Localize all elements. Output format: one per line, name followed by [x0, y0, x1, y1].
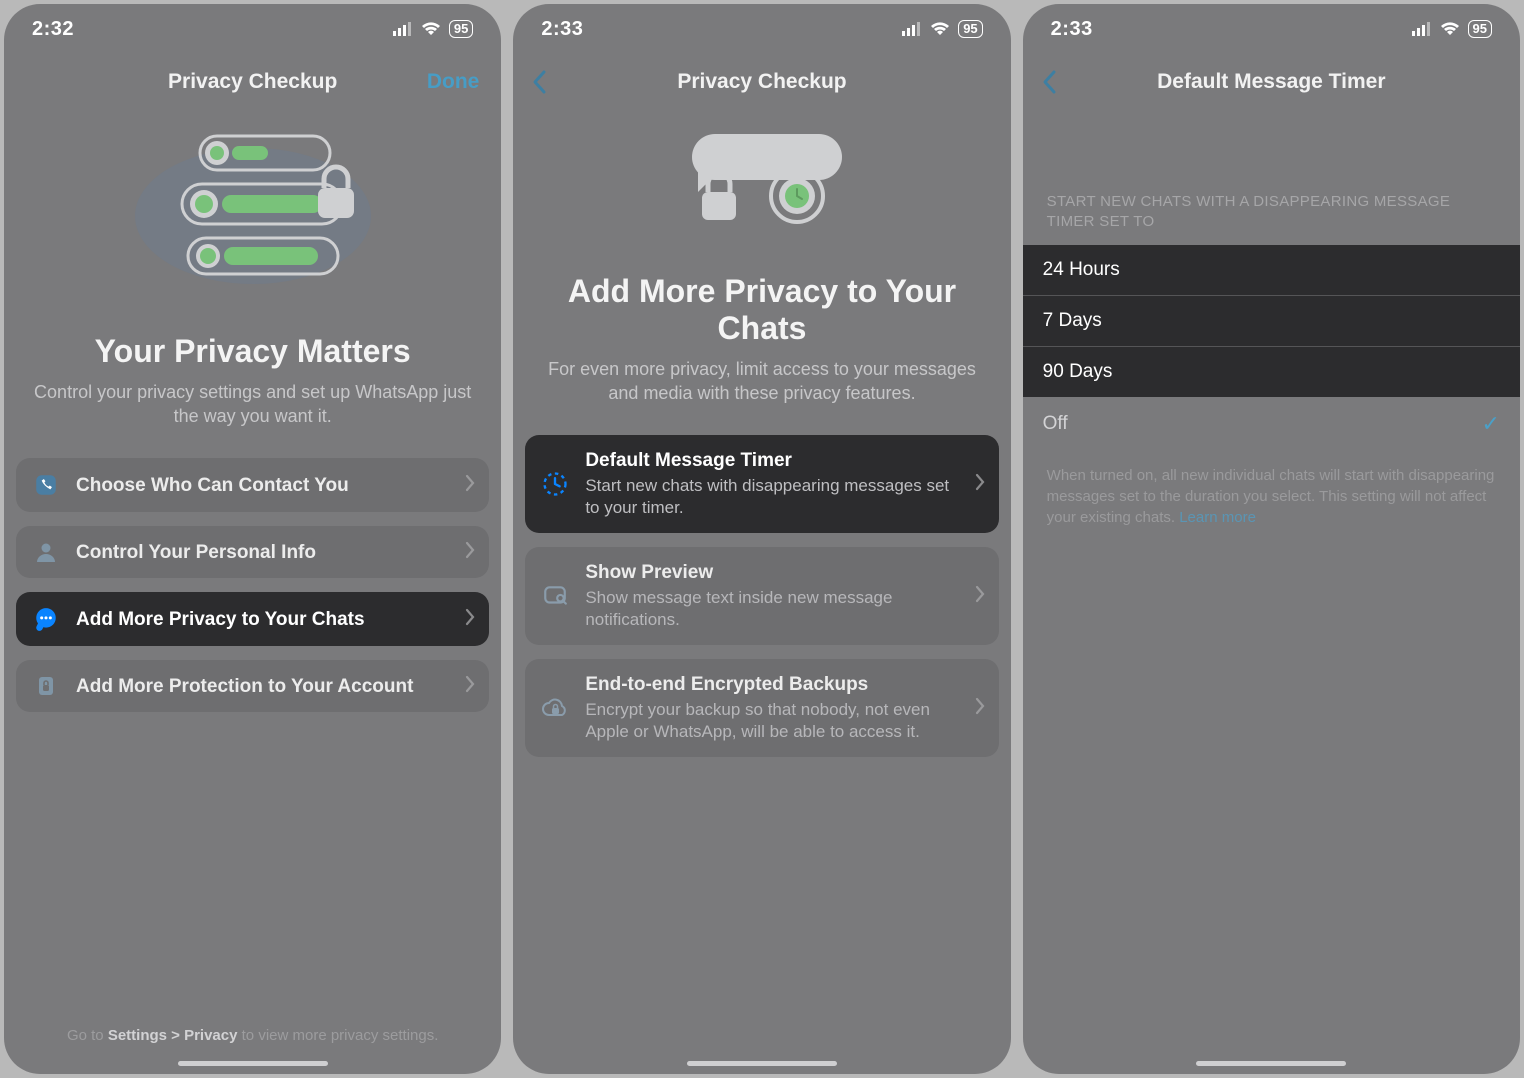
chevron-right-icon — [975, 585, 985, 608]
footer-hint: Go to Settings > Privacy to view more pr… — [16, 1027, 489, 1044]
item-subtitle: Start new chats with disappearing messag… — [585, 475, 960, 519]
option-label: 7 Days — [1043, 310, 1102, 332]
item-add-account-protection[interactable]: Add More Protection to Your Account — [16, 660, 489, 712]
item-default-message-timer[interactable]: Default Message Timer Start new chats wi… — [525, 435, 998, 533]
footnote: When turned on, all new individual chats… — [1035, 451, 1508, 528]
privacy-toggles-illustration — [128, 116, 378, 301]
hero-title: Your Privacy Matters — [95, 333, 411, 370]
option-off[interactable]: Off ✓ — [1023, 397, 1520, 451]
status-time: 2:32 — [32, 18, 74, 41]
option-24-hours[interactable]: 24 Hours — [1023, 245, 1520, 296]
status-icons: 95 — [902, 20, 982, 38]
item-subtitle: Show message text inside new message not… — [585, 587, 960, 631]
option-7-days[interactable]: 7 Days — [1023, 296, 1520, 347]
checkmark-icon: ✓ — [1482, 411, 1500, 437]
chat-lock-timer-illustration — [642, 116, 882, 241]
chevron-right-icon — [975, 697, 985, 720]
screen-privacy-checkup-main: 2:32 95 Privacy Checkup Done — [4, 4, 501, 1074]
option-label: 24 Hours — [1043, 259, 1120, 281]
item-show-preview[interactable]: Show Preview Show message text inside ne… — [525, 547, 998, 645]
option-label: 90 Days — [1043, 361, 1113, 383]
cloud-lock-icon — [539, 697, 571, 719]
timer-options-list: 24 Hours 7 Days 90 Days Off ✓ — [1023, 245, 1520, 451]
hero: Your Privacy Matters Control your privac… — [16, 110, 489, 458]
hero: Add More Privacy to Your Chats For even … — [525, 110, 998, 435]
item-title: Default Message Timer — [585, 449, 960, 473]
page-title: Default Message Timer — [1157, 70, 1385, 94]
status-bar: 2:32 95 — [4, 4, 501, 54]
nav-bar: Privacy Checkup — [513, 54, 1010, 110]
item-title: Add More Privacy to Your Chats — [76, 608, 451, 632]
wifi-icon — [1440, 22, 1460, 36]
home-indicator[interactable] — [178, 1061, 328, 1066]
battery-indicator: 95 — [958, 20, 982, 38]
chevron-right-icon — [465, 474, 475, 497]
home-indicator[interactable] — [687, 1061, 837, 1066]
timer-icon — [539, 470, 571, 498]
hero-title: Add More Privacy to Your Chats — [525, 273, 998, 347]
chevron-right-icon — [465, 541, 475, 564]
item-subtitle: Encrypt your backup so that nobody, not … — [585, 699, 960, 743]
page-title: Privacy Checkup — [677, 70, 846, 94]
nav-bar: Default Message Timer — [1023, 54, 1520, 110]
cellular-icon — [1412, 22, 1432, 36]
screen-default-message-timer: 2:33 95 Default Message Timer START NEW … — [1023, 4, 1520, 1074]
phone-icon — [30, 472, 62, 498]
learn-more-link[interactable]: Learn more — [1179, 509, 1256, 526]
person-icon — [30, 540, 62, 564]
wifi-icon — [421, 22, 441, 36]
preview-icon — [539, 583, 571, 609]
shield-icon — [30, 674, 62, 698]
status-time: 2:33 — [1051, 18, 1093, 41]
home-indicator[interactable] — [1196, 1061, 1346, 1066]
item-choose-who-can-contact[interactable]: Choose Who Can Contact You — [16, 458, 489, 512]
item-add-privacy-to-chats[interactable]: Add More Privacy to Your Chats — [16, 592, 489, 646]
cellular-icon — [902, 22, 922, 36]
section-header: START NEW CHATS WITH A DISAPPEARING MESS… — [1035, 110, 1508, 245]
item-title: Control Your Personal Info — [76, 541, 451, 565]
screen-add-more-privacy: 2:33 95 Privacy Checkup — [513, 4, 1010, 1074]
option-90-days[interactable]: 90 Days — [1023, 347, 1520, 397]
hero-subtitle: Control your privacy settings and set up… — [16, 380, 489, 429]
chevron-right-icon — [465, 608, 475, 631]
item-encrypted-backups[interactable]: End-to-end Encrypted Backups Encrypt you… — [525, 659, 998, 757]
done-button[interactable]: Done — [427, 70, 480, 94]
chevron-right-icon — [465, 675, 475, 698]
hero-subtitle: For even more privacy, limit access to y… — [525, 357, 998, 406]
item-control-personal-info[interactable]: Control Your Personal Info — [16, 526, 489, 578]
status-bar: 2:33 95 — [513, 4, 1010, 54]
status-bar: 2:33 95 — [1023, 4, 1520, 54]
status-icons: 95 — [393, 20, 473, 38]
wifi-icon — [930, 22, 950, 36]
back-button[interactable] — [531, 69, 549, 95]
battery-indicator: 95 — [449, 20, 473, 38]
item-title: Add More Protection to Your Account — [76, 675, 451, 699]
status-icons: 95 — [1412, 20, 1492, 38]
option-label: Off — [1043, 413, 1068, 435]
item-title: Show Preview — [585, 561, 960, 585]
item-title: Choose Who Can Contact You — [76, 474, 451, 498]
cellular-icon — [393, 22, 413, 36]
chevron-right-icon — [975, 473, 985, 496]
nav-bar: Privacy Checkup Done — [4, 54, 501, 110]
back-button[interactable] — [1041, 69, 1059, 95]
status-time: 2:33 — [541, 18, 583, 41]
battery-indicator: 95 — [1468, 20, 1492, 38]
page-title: Privacy Checkup — [168, 70, 337, 94]
item-title: End-to-end Encrypted Backups — [585, 673, 960, 697]
chat-bubble-icon — [30, 606, 62, 632]
